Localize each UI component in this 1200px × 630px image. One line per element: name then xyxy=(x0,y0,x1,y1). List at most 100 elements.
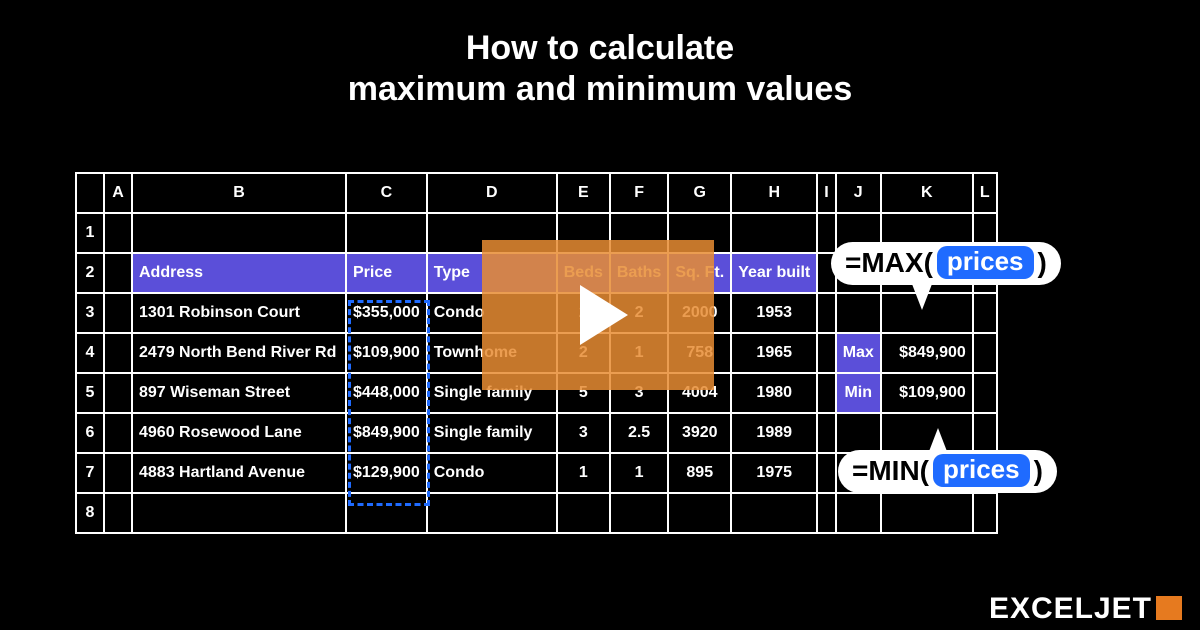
col-header[interactable]: E xyxy=(557,173,610,213)
cell[interactable] xyxy=(817,413,835,453)
col-header[interactable]: J xyxy=(836,173,881,213)
formula-callout-min: =MIN( prices ) xyxy=(838,450,1057,493)
row-header[interactable]: 1 xyxy=(76,213,104,253)
cell-year[interactable]: 1975 xyxy=(731,453,817,493)
cell[interactable] xyxy=(817,453,835,493)
title-line-1: How to calculate xyxy=(466,29,734,67)
cell[interactable] xyxy=(104,413,132,453)
cell[interactable] xyxy=(346,493,427,533)
cell[interactable] xyxy=(817,493,835,533)
cell-beds[interactable]: 1 xyxy=(557,453,610,493)
cell[interactable] xyxy=(881,493,973,533)
cell-year[interactable]: 1953 xyxy=(731,293,817,333)
summary-min-value[interactable]: $109,900 xyxy=(881,373,973,413)
cell[interactable] xyxy=(836,293,881,333)
cell[interactable] xyxy=(973,293,997,333)
brand-logo: EXCELJET xyxy=(989,592,1182,626)
cell[interactable] xyxy=(104,253,132,293)
cell[interactable] xyxy=(104,213,132,253)
cell[interactable] xyxy=(973,493,997,533)
cell[interactable] xyxy=(973,333,997,373)
play-button[interactable] xyxy=(482,240,714,390)
formula-max-prefix: =MAX( xyxy=(845,247,933,279)
row-header[interactable]: 7 xyxy=(76,453,104,493)
cell[interactable] xyxy=(817,333,835,373)
cell-baths[interactable]: 1 xyxy=(610,453,668,493)
cell-address[interactable]: 897 Wiseman Street xyxy=(132,373,346,413)
row-header[interactable]: 2 xyxy=(76,253,104,293)
cell-price[interactable]: $109,900 xyxy=(346,333,427,373)
cell[interactable] xyxy=(731,213,817,253)
cell[interactable] xyxy=(836,413,881,453)
cell-beds[interactable]: 3 xyxy=(557,413,610,453)
cell[interactable] xyxy=(836,493,881,533)
formula-max-suffix: ) xyxy=(1038,247,1047,279)
cell-year[interactable]: 1980 xyxy=(731,373,817,413)
title-line-2: maximum and minimum values xyxy=(348,70,853,108)
cell[interactable] xyxy=(881,413,973,453)
header-address[interactable]: Address xyxy=(132,253,346,293)
cell-year[interactable]: 1989 xyxy=(731,413,817,453)
callout-tail-icon xyxy=(928,428,948,454)
cell-sqft[interactable]: 3920 xyxy=(668,413,731,453)
cell-price[interactable]: $849,900 xyxy=(346,413,427,453)
row-header[interactable]: 6 xyxy=(76,413,104,453)
cell[interactable] xyxy=(973,413,997,453)
cell-address[interactable]: 4883 Hartland Avenue xyxy=(132,453,346,493)
cell[interactable] xyxy=(817,213,835,253)
col-header[interactable]: C xyxy=(346,173,427,213)
cell-type[interactable]: Condo xyxy=(427,453,557,493)
cell[interactable] xyxy=(610,493,668,533)
cell[interactable] xyxy=(346,213,427,253)
col-header[interactable]: K xyxy=(881,173,973,213)
cell[interactable] xyxy=(668,493,731,533)
cell[interactable] xyxy=(104,293,132,333)
col-header[interactable]: F xyxy=(610,173,668,213)
cell-address[interactable]: 4960 Rosewood Lane xyxy=(132,413,346,453)
callout-tail-icon xyxy=(912,284,932,310)
cell-price[interactable]: $448,000 xyxy=(346,373,427,413)
cell-address[interactable]: 1301 Robinson Court xyxy=(132,293,346,333)
cell[interactable] xyxy=(731,493,817,533)
cell-price[interactable]: $129,900 xyxy=(346,453,427,493)
cell[interactable] xyxy=(104,453,132,493)
header-year[interactable]: Year built xyxy=(731,253,817,293)
column-header-row: A B C D E F G H I J K L xyxy=(76,173,997,213)
cell[interactable] xyxy=(104,493,132,533)
row-header[interactable]: 8 xyxy=(76,493,104,533)
cell-baths[interactable]: 2.5 xyxy=(610,413,668,453)
summary-max-value[interactable]: $849,900 xyxy=(881,333,973,373)
cell[interactable] xyxy=(104,333,132,373)
col-header[interactable]: L xyxy=(973,173,997,213)
cell-year[interactable]: 1965 xyxy=(731,333,817,373)
summary-min-label[interactable]: Min xyxy=(836,373,881,413)
cell[interactable] xyxy=(973,373,997,413)
col-header[interactable]: B xyxy=(132,173,346,213)
col-header[interactable]: A xyxy=(104,173,132,213)
col-header[interactable]: I xyxy=(817,173,835,213)
cell-address[interactable]: 2479 North Bend River Rd xyxy=(132,333,346,373)
cell-price[interactable]: $355,000 xyxy=(346,293,427,333)
formula-min-arg: prices xyxy=(933,454,1030,487)
cell[interactable] xyxy=(132,493,346,533)
summary-max-label[interactable]: Max xyxy=(836,333,881,373)
row-header[interactable]: 4 xyxy=(76,333,104,373)
cell[interactable] xyxy=(132,213,346,253)
play-icon xyxy=(580,285,628,345)
header-price[interactable]: Price xyxy=(346,253,427,293)
formula-max-arg: prices xyxy=(937,246,1034,279)
cell-sqft[interactable]: 895 xyxy=(668,453,731,493)
page-title: How to calculate maximum and minimum val… xyxy=(0,0,1200,110)
cell[interactable] xyxy=(104,373,132,413)
cell-type[interactable]: Single family xyxy=(427,413,557,453)
col-header[interactable]: H xyxy=(731,173,817,213)
col-header[interactable]: D xyxy=(427,173,557,213)
cell[interactable] xyxy=(557,493,610,533)
row-header[interactable]: 5 xyxy=(76,373,104,413)
cell[interactable] xyxy=(817,373,835,413)
row-header[interactable]: 3 xyxy=(76,293,104,333)
col-header[interactable]: G xyxy=(668,173,731,213)
cell[interactable] xyxy=(427,493,557,533)
cell[interactable] xyxy=(817,293,835,333)
select-all-corner[interactable] xyxy=(76,173,104,213)
